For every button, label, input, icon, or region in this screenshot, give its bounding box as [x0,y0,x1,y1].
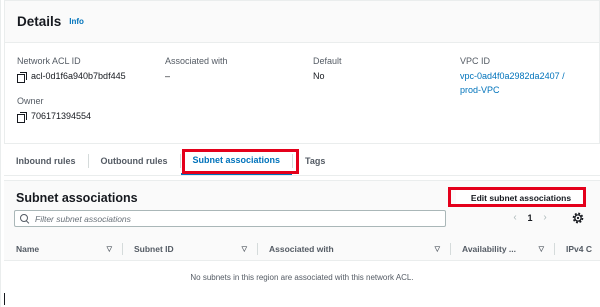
details-panel: Details Info Network ACL ID acl-0d1f6a94… [4,0,600,144]
sort-icon[interactable]: ▽ [107,245,112,253]
owner-label: Owner [17,96,44,106]
table-header: Name ▽ Subnet ID ▽ Associated with ▽ Ava… [4,237,600,261]
column-header-ipv4-cidr[interactable]: IPv4 C [554,237,600,260]
associated-with-value: – [165,71,171,81]
edit-subnet-associations-button[interactable]: Edit subnet associations [456,189,586,207]
default-label: Default [313,56,342,66]
details-title: Details [17,14,62,29]
sort-icon[interactable]: ▽ [435,245,440,253]
subnet-associations-title: Subnet associations [16,191,138,205]
column-header-label: Associated with [269,243,334,254]
owner-text: 706171394554 [31,111,92,121]
network-acl-id-text: acl-0d1f6a940b7bdf445 [31,71,126,81]
network-acl-id-value: acl-0d1f6a940b7bdf445 [17,69,126,83]
associated-with-field: Associated with – [165,55,228,83]
copy-icon[interactable] [17,111,27,123]
page-left-border [0,0,1,307]
default-field: Default No [313,55,342,83]
owner-value: 706171394554 [17,109,126,123]
tab-inbound-rules[interactable]: Inbound rules [4,146,88,175]
info-link[interactable]: Info [69,17,84,26]
column-header-associated-with[interactable]: Associated with ▽ [257,237,450,260]
subnet-associations-header: Subnet associations Edit subnet associat… [4,181,600,237]
tab-outbound-rules[interactable]: Outbound rules [89,146,180,175]
vpc-id-field: VPC ID vpc-0ad4f0a2982da2407 / prod-VPC [460,55,565,97]
empty-state-message: No subnets in this region are associated… [190,273,414,282]
column-header-label: Name [16,243,40,254]
copy-icon[interactable] [17,71,27,83]
chevron-right-icon[interactable]: › [538,212,552,223]
column-header-label: IPv4 C [566,243,592,254]
associated-with-label: Associated with [165,56,228,66]
vpc-id-link-line2[interactable]: prod-VPC [460,83,565,97]
sort-icon[interactable]: ▽ [539,245,544,253]
network-acl-id-field: Network ACL ID acl-0d1f6a940b7bdf445 Own… [17,55,126,123]
search-icon [20,214,29,223]
vpc-id-link[interactable]: vpc-0ad4f0a2982da2407 / prod-VPC [460,69,565,97]
sort-icon[interactable]: ▽ [242,245,247,253]
default-value: No [313,71,325,81]
vpc-id-label: VPC ID [460,56,491,66]
column-header-label: Subnet ID [134,243,174,254]
filter-box[interactable] [14,210,446,227]
filter-subnet-associations-input[interactable] [35,213,415,224]
divider [4,293,5,305]
gear-icon[interactable] [571,211,585,225]
column-header-availability-zone[interactable]: Availability ... ▽ [450,237,554,260]
details-header: Details Info [5,1,599,43]
subnet-associations-panel: Subnet associations Edit subnet associat… [4,180,600,307]
chevron-left-icon[interactable]: ‹ [508,212,522,223]
network-acl-id-label: Network ACL ID [17,56,81,66]
column-header-name[interactable]: Name ▽ [4,237,122,260]
tab-bar: Inbound rules Outbound rules Subnet asso… [4,146,600,176]
column-header-subnet-id[interactable]: Subnet ID ▽ [122,237,257,260]
tab-subnet-associations[interactable]: Subnet associations [180,146,293,175]
tab-tags[interactable]: Tags [293,146,337,175]
vpc-id-link-line1[interactable]: vpc-0ad4f0a2982da2407 / [460,69,565,83]
column-header-label: Availability ... [462,243,517,254]
pagination: ‹ 1 › [508,212,552,223]
page-number[interactable]: 1 [522,213,538,223]
